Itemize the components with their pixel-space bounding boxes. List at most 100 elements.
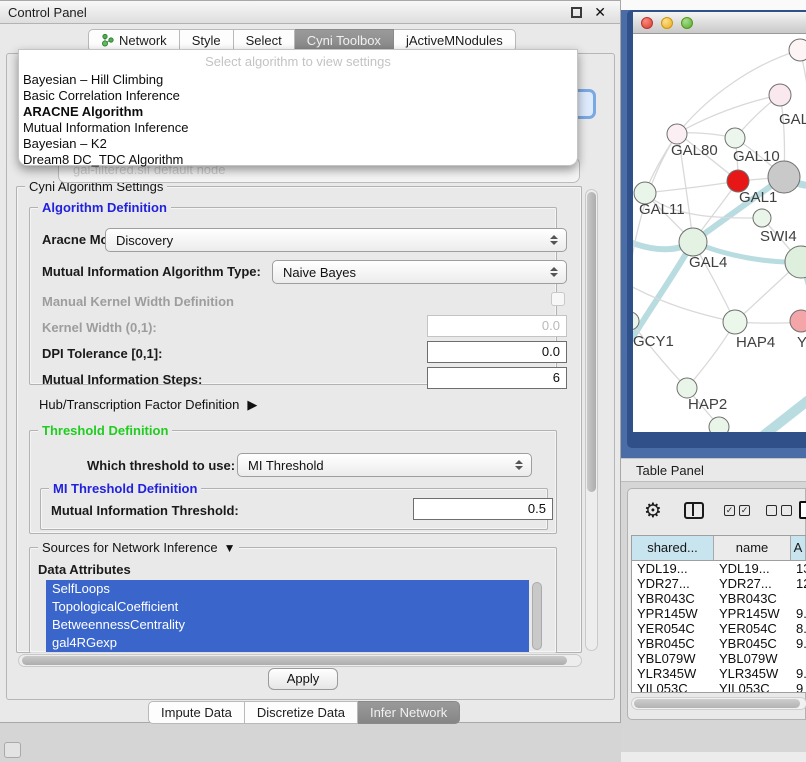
network-edge[interactable] <box>645 181 738 193</box>
network-node-SWI4[interactable] <box>753 209 771 227</box>
table-cell[interactable]: 9. <box>791 636 806 651</box>
restore-panel-button[interactable] <box>4 742 21 758</box>
table-cell[interactable]: 8. <box>791 621 806 636</box>
table-cell[interactable] <box>791 651 806 666</box>
dropdown-item[interactable]: Dream8 DC_TDC Algorithm <box>19 152 577 168</box>
network-window-titlebar[interactable] <box>633 12 806 34</box>
attribute-item-selected[interactable]: gal4RGexp <box>46 634 529 652</box>
network-node-GAL10[interactable] <box>725 128 745 148</box>
network-window-frame[interactable]: GALGAL80GAL10GAL1GAL11SWI4GAL4GCY1HAP4YH… <box>627 10 806 448</box>
mi-algorithm-type-combobox[interactable]: Naive Bayes <box>272 260 567 284</box>
split-columns-icon[interactable] <box>684 502 704 519</box>
network-canvas[interactable]: GALGAL80GAL10GAL1GAL11SWI4GAL4GCY1HAP4YH… <box>633 34 806 432</box>
table-cell[interactable]: YBR043C <box>632 591 714 606</box>
manual-kernel-width-checkbox[interactable] <box>551 292 565 306</box>
table-cell[interactable]: YPR145W <box>632 606 714 621</box>
column-header-name[interactable]: name <box>714 536 791 560</box>
close-icon[interactable]: ✕ <box>594 5 606 19</box>
table-cell[interactable]: YBR045C <box>714 636 791 651</box>
table-cell[interactable]: YPR145W <box>714 606 791 621</box>
table-row[interactable]: YDL19...YDL19...13 <box>632 561 806 576</box>
table-cell[interactable]: YDL19... <box>632 561 714 576</box>
which-threshold-combobox[interactable]: MI Threshold <box>237 453 532 477</box>
network-node-salmon-right[interactable] <box>790 310 806 332</box>
gear-icon[interactable]: ⚙ <box>644 498 662 522</box>
dpi-tolerance-input[interactable]: 0.0 <box>427 341 567 363</box>
network-node-top-cut[interactable] <box>789 39 806 61</box>
dropdown-item[interactable]: Mutual Information Inference <box>19 120 577 136</box>
column-header-shared-name[interactable]: shared... <box>632 536 714 560</box>
attribute-item-selected[interactable]: TopologicalCoefficient <box>46 598 529 616</box>
table-cell[interactable]: 12 <box>791 576 806 591</box>
table-cell[interactable]: YIL053C <box>632 681 714 693</box>
settings-horizontal-scrollbar[interactable] <box>18 654 582 667</box>
table-cell[interactable]: YBR043C <box>714 591 791 606</box>
table-cell[interactable]: YBL079W <box>714 651 791 666</box>
table-cell[interactable]: YER054C <box>632 621 714 636</box>
table-cell[interactable]: YDR27... <box>632 576 714 591</box>
table-cell[interactable]: YIL053C <box>714 681 791 693</box>
kernel-width-input[interactable]: 0.0 <box>427 315 567 337</box>
table-row[interactable]: YBL079WYBL079W <box>632 651 806 666</box>
table-row[interactable]: YLR345WYLR345W9. <box>632 666 806 681</box>
network-node-GAL80[interactable] <box>667 124 687 144</box>
network-node-gal-partial[interactable] <box>769 84 791 106</box>
dropdown-item[interactable]: Basic Correlation Inference <box>19 88 577 104</box>
table-cell[interactable]: YER054C <box>714 621 791 636</box>
network-edge[interactable] <box>633 321 687 388</box>
dropdown-item[interactable]: Bayesian – K2 <box>19 136 577 152</box>
mi-threshold-input[interactable]: 0.5 <box>413 498 553 520</box>
dropdown-item[interactable]: Bayesian – Hill Climbing <box>19 72 577 88</box>
minimize-traffic-light-icon[interactable] <box>661 17 673 29</box>
unchecked-checkbox-icon[interactable] <box>781 505 792 516</box>
zoom-traffic-light-icon[interactable] <box>681 17 693 29</box>
network-edge[interactable] <box>764 395 806 432</box>
apply-button[interactable]: Apply <box>268 668 338 690</box>
scrollbar-thumb[interactable] <box>634 699 800 708</box>
checked-checkbox-icon[interactable]: ✓ <box>724 505 735 516</box>
table-row[interactable]: YDR27...YDR27...12 <box>632 576 806 591</box>
table-row[interactable]: YPR145WYPR145W9. <box>632 606 806 621</box>
tab-discretize-data[interactable]: Discretize Data <box>245 701 358 724</box>
table-cell[interactable]: YBL079W <box>632 651 714 666</box>
hub-tf-definition-toggle[interactable]: Hub/Transcription Factor Definition▶ <box>39 397 257 413</box>
network-node-bottom-cut[interactable] <box>709 417 729 432</box>
network-edge[interactable] <box>678 95 780 133</box>
table-cell[interactable]: YBR045C <box>632 636 714 651</box>
table-row[interactable]: YBR043CYBR043C <box>632 591 806 606</box>
attribute-item-selected[interactable]: SelfLoops <box>46 580 529 598</box>
mi-steps-input[interactable]: 6 <box>427 367 567 389</box>
close-traffic-light-icon[interactable] <box>641 17 653 29</box>
tab-impute-data[interactable]: Impute Data <box>148 701 245 724</box>
column-header-cut[interactable]: A <box>791 536 806 560</box>
table-horizontal-scrollbar[interactable] <box>631 697 806 710</box>
table-cell[interactable]: YLR345W <box>714 666 791 681</box>
table-cell[interactable]: 13 <box>791 561 806 576</box>
checked-checkbox-icon[interactable]: ✓ <box>739 505 750 516</box>
tab-infer-network[interactable]: Infer Network <box>358 701 460 724</box>
table-cell[interactable]: 9 <box>791 681 806 693</box>
table-cell[interactable]: YLR345W <box>632 666 714 681</box>
network-node-HAP4[interactable] <box>723 310 747 334</box>
network-node-GAL4[interactable] <box>679 228 707 256</box>
expanded-arrow-icon[interactable]: ▼ <box>224 541 236 555</box>
attribute-item-selected[interactable]: BetweennessCentrality <box>46 616 529 634</box>
table-cell[interactable] <box>791 591 806 606</box>
scrollbar-thumb[interactable] <box>587 192 596 492</box>
scrollbar-thumb[interactable] <box>22 656 567 665</box>
table-cell[interactable]: 9. <box>791 606 806 621</box>
unchecked-checkbox-icon[interactable] <box>766 505 777 516</box>
network-node-HAP2[interactable] <box>677 378 697 398</box>
settings-vertical-scrollbar[interactable] <box>585 189 598 651</box>
aracne-mode-combobox[interactable]: Discovery <box>105 228 567 252</box>
table-row[interactable]: YIL053CYIL053C9 <box>632 681 806 693</box>
table-cell[interactable]: YDR27... <box>714 576 791 591</box>
list-scrollbar[interactable] <box>532 582 542 650</box>
float-window-icon[interactable] <box>571 7 582 18</box>
dropdown-item-selected[interactable]: ARACNE Algorithm <box>19 104 577 120</box>
table-row[interactable]: YER054CYER054C8. <box>632 621 806 636</box>
document-icon[interactable] <box>799 501 806 519</box>
table-row[interactable]: YBR045CYBR045C9. <box>632 636 806 651</box>
table-cell[interactable]: YDL19... <box>714 561 791 576</box>
table-cell[interactable]: 9. <box>791 666 806 681</box>
